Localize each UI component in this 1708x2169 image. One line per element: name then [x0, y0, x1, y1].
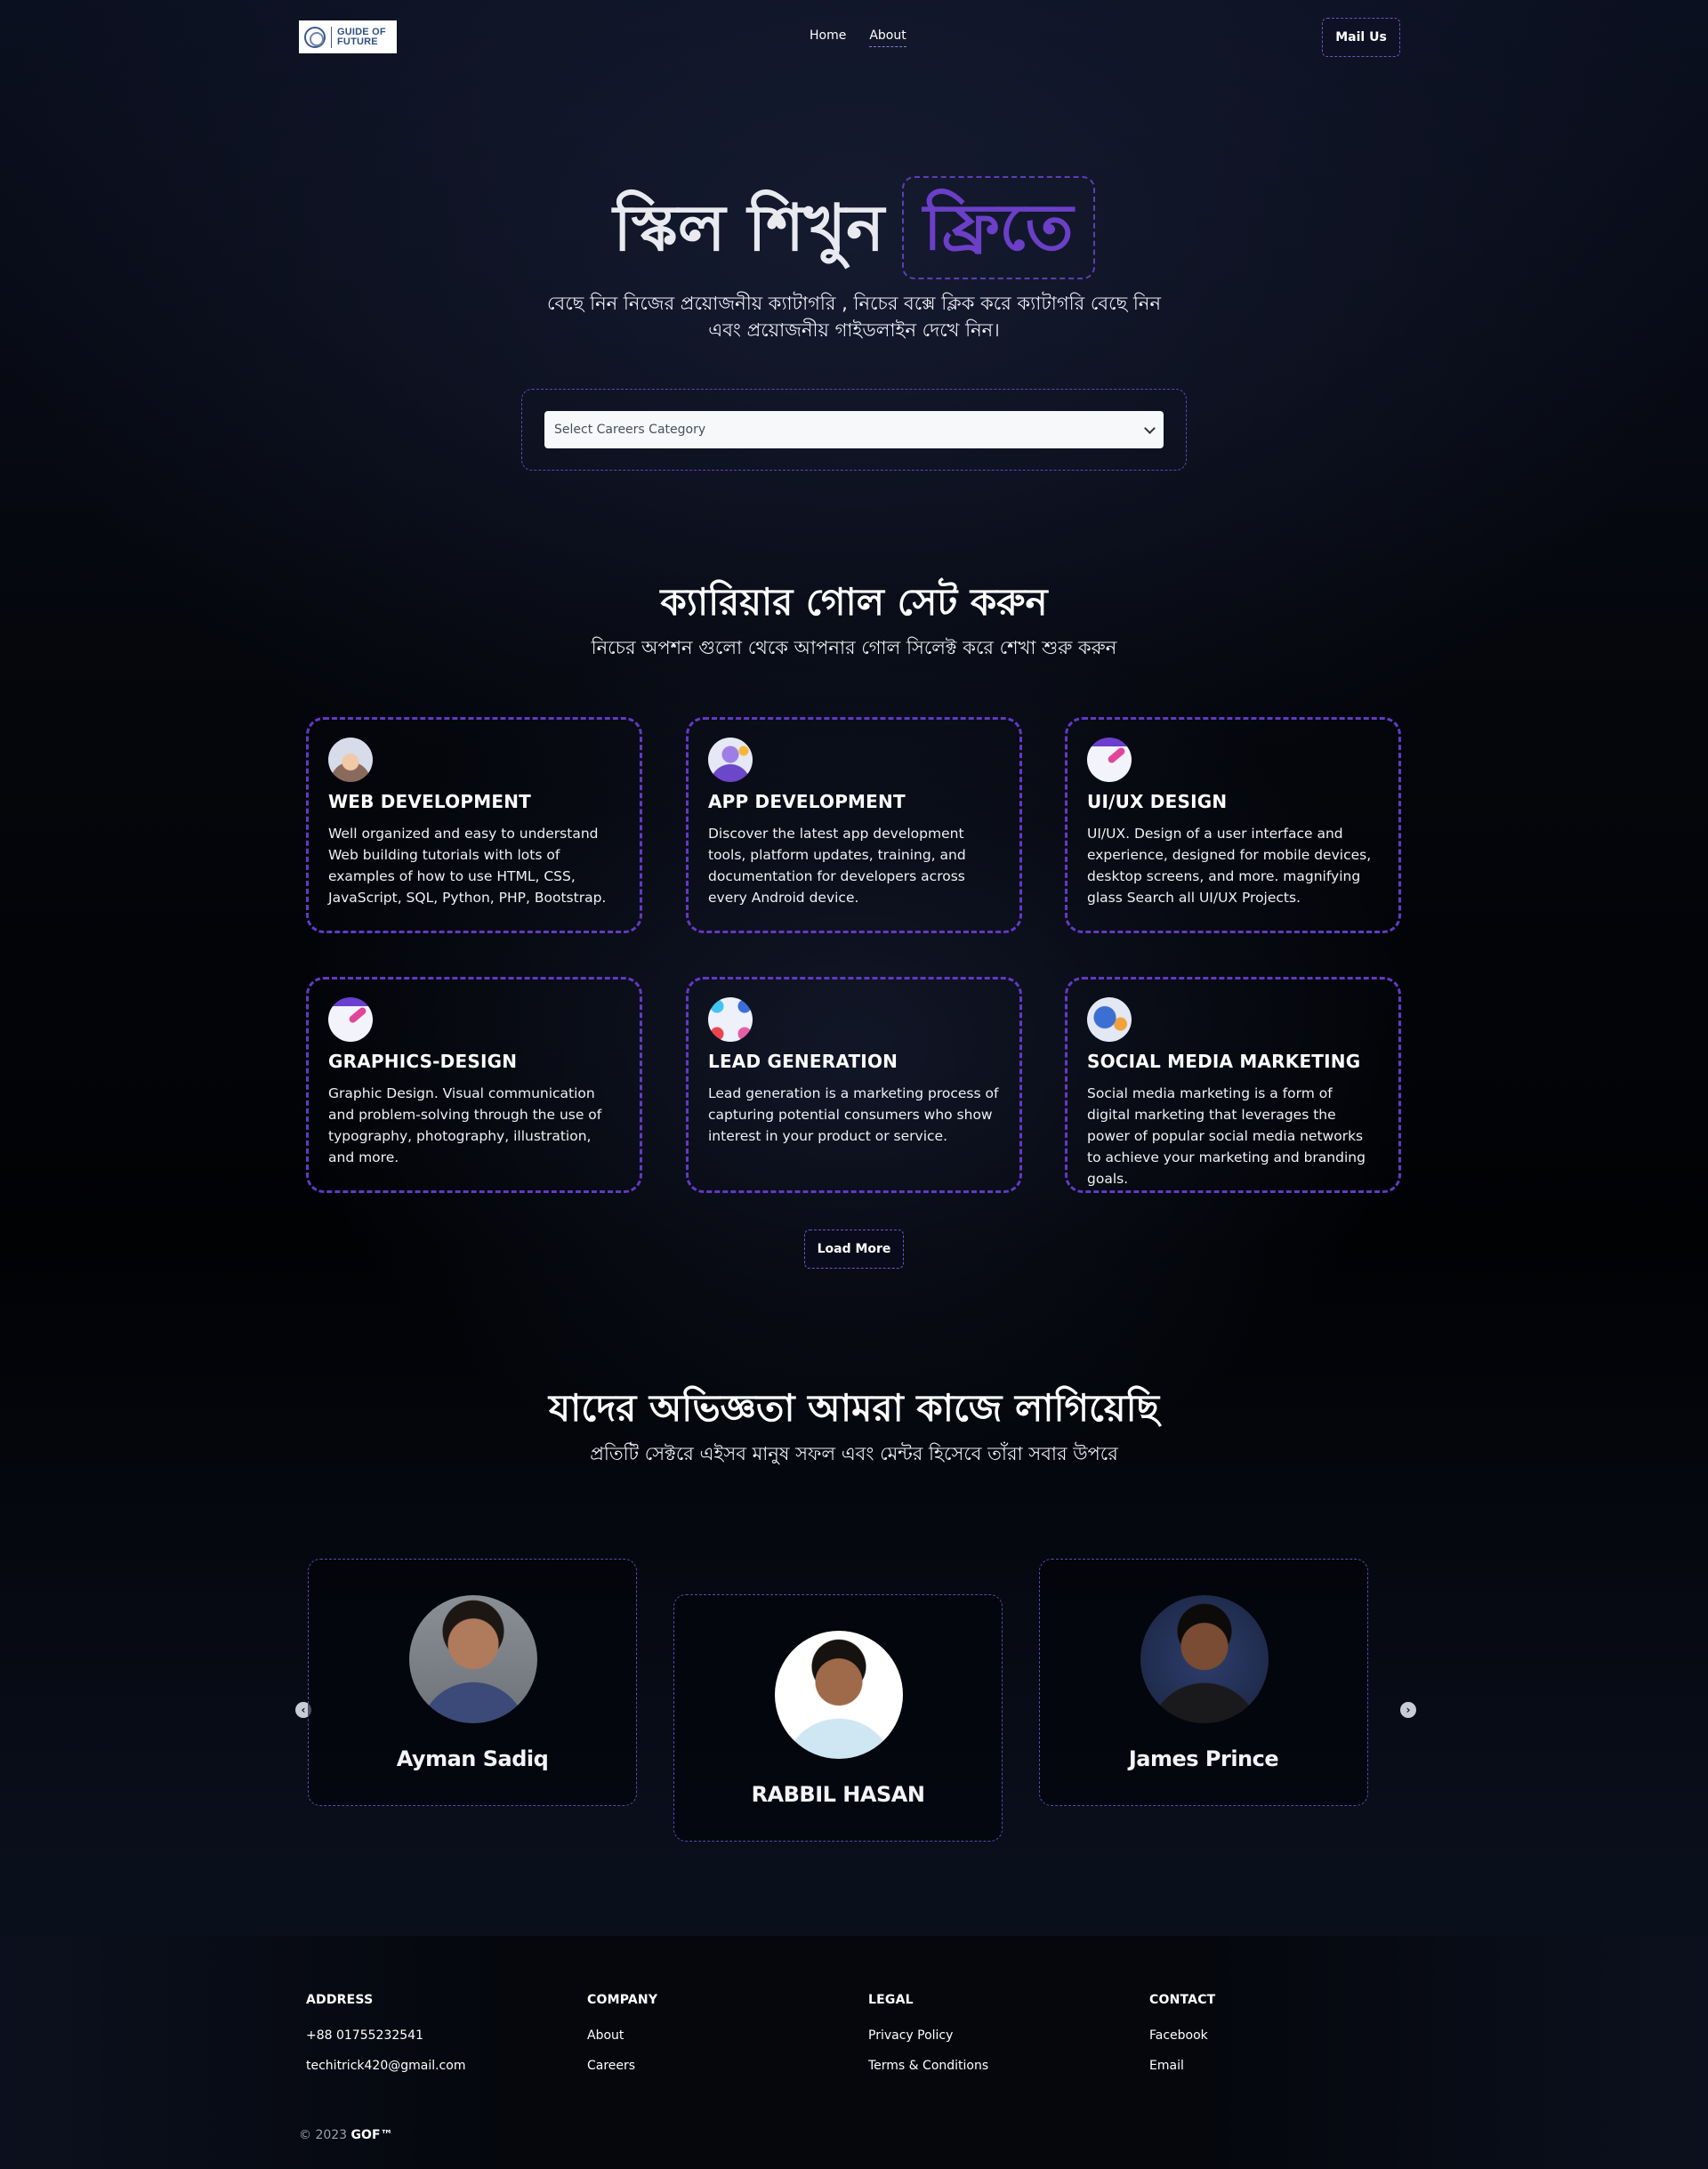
logo[interactable]: GUIDE OF FUTURE — [299, 20, 397, 53]
logo-text: GUIDE OF FUTURE — [337, 26, 386, 47]
mentor-card-2[interactable]: RABBIL HASAN — [673, 1594, 1003, 1842]
footer-facebook-link[interactable]: Facebook — [1149, 2028, 1215, 2043]
card-description: Social media marketing is a form of digi… — [1087, 1085, 1366, 1187]
category-select-container: Select Careers Category — [521, 389, 1187, 471]
card-title: LEAD GENERATION — [708, 1051, 898, 1072]
card-title: GRAPHICS-DESIGN — [328, 1051, 518, 1072]
career-card-social-media-marketing[interactable]: SOCIAL MEDIA MARKETING Social media mark… — [1065, 977, 1401, 1193]
card-title: UI/UX DESIGN — [1087, 791, 1228, 812]
carousel-next-arrow-icon[interactable]: › — [1400, 1702, 1416, 1718]
hero-title-highlight: ফ্রিতে — [902, 176, 1095, 279]
nav-about-link[interactable]: About — [869, 28, 906, 47]
footer-heading: CONTACT — [1149, 1993, 1216, 2007]
footer-email-address-link[interactable]: techitrick420@gmail.com — [306, 2059, 465, 2073]
avatar — [409, 1595, 537, 1723]
web-developer-icon — [328, 738, 373, 782]
card-title: WEB DEVELOPMENT — [328, 791, 531, 812]
footer-column-company: COMPANY About Careers — [587, 1993, 657, 2089]
logo-line-1: GUIDE OF — [337, 26, 386, 37]
careers-category-select[interactable]: Select Careers Category — [544, 411, 1164, 448]
footer-column-address: ADDRESS +88 01755232541 techitrick420@gm… — [306, 1993, 465, 2089]
chevron-down-icon — [1144, 422, 1156, 434]
footer-heading: COMPANY — [587, 1993, 658, 2007]
mentor-name: Ayman Sadiq — [396, 1746, 549, 1771]
card-description: Discover the latest app development tool… — [708, 826, 966, 906]
app-developer-icon — [708, 738, 753, 782]
load-more-button[interactable]: Load More — [804, 1230, 904, 1269]
card-title: APP DEVELOPMENT — [708, 791, 906, 812]
footer-privacy-policy-link[interactable]: Privacy Policy — [868, 2028, 988, 2043]
graphics-design-icon — [328, 997, 373, 1042]
card-description: UI/UX. Design of a user interface and ex… — [1087, 826, 1372, 906]
career-section-subtitle: নিচের অপশন গুলো থেকে আপনার গোল সিলেক্ট ক… — [591, 637, 1117, 658]
footer-email-link[interactable]: Email — [1149, 2059, 1215, 2073]
copyright-year: © 2023 — [299, 2128, 348, 2142]
hero-title-main: স্কিল শিখুন — [613, 190, 885, 265]
footer-careers-link[interactable]: Careers — [587, 2059, 657, 2073]
social-media-marketing-icon — [1087, 997, 1132, 1042]
footer-heading: ADDRESS — [306, 1993, 374, 2007]
career-card-app-development[interactable]: APP DEVELOPMENT Discover the latest app … — [686, 717, 1022, 933]
avatar — [1140, 1595, 1269, 1723]
career-card-graphics-design[interactable]: GRAPHICS-DESIGN Graphic Design. Visual c… — [306, 977, 642, 1193]
mentor-section-subtitle: প্রতিটি সেক্টরে এইসব মানুষ সফল এবং মেন্ট… — [590, 1443, 1118, 1464]
footer-terms-link[interactable]: Terms & Conditions — [868, 2059, 988, 2073]
site-footer: ADDRESS +88 01755232541 techitrick420@gm… — [0, 1936, 1708, 2169]
logo-gear-icon — [304, 26, 326, 48]
select-placeholder: Select Careers Category — [554, 423, 706, 437]
card-description: Well organized and easy to understand We… — [328, 826, 607, 906]
mentor-section-title: যাদের অভিজ্ঞতা আমরা কাজে লাগিয়েছি — [548, 1386, 1160, 1430]
footer-about-link[interactable]: About — [587, 2028, 657, 2043]
avatar — [775, 1631, 903, 1759]
hero-subtitle: বেছে নিন নিজের প্রয়োজনীয় ক্যাটাগরি , ন… — [547, 293, 1161, 341]
footer-column-contact: CONTACT Facebook Email — [1149, 1993, 1215, 2089]
footer-heading: LEGAL — [868, 1993, 914, 2007]
lead-generation-icon — [708, 997, 753, 1042]
card-description: Lead generation is a marketing process o… — [708, 1085, 999, 1144]
copyright: © 2023 GOF™ — [299, 2128, 393, 2142]
mentor-card-1[interactable]: Ayman Sadiq — [308, 1559, 637, 1806]
site-header: GUIDE OF FUTURE Home About Mail Us — [299, 18, 1400, 57]
mentor-name: James Prince — [1128, 1746, 1279, 1771]
copyright-brand: GOF™ — [350, 2128, 393, 2142]
mentor-card-3[interactable]: James Prince — [1039, 1559, 1368, 1806]
nav-home-link[interactable]: Home — [810, 28, 846, 47]
career-card-lead-generation[interactable]: LEAD GENERATION Lead generation is a mar… — [686, 977, 1022, 1193]
career-card-uiux-design[interactable]: UI/UX DESIGN UI/UX. Design of a user int… — [1065, 717, 1401, 933]
uiux-design-icon — [1087, 738, 1132, 782]
footer-column-legal: LEGAL Privacy Policy Terms & Conditions — [868, 1993, 988, 2089]
logo-divider — [331, 26, 332, 48]
career-section-title: ক্যারিয়ার গোল সেট করুন — [660, 580, 1048, 624]
hero-title: স্কিল শিখুন ফ্রিতে — [0, 176, 1708, 279]
card-title: SOCIAL MEDIA MARKETING — [1087, 1051, 1361, 1072]
logo-line-2: FUTURE — [337, 36, 378, 47]
main-nav: Home About — [810, 28, 906, 47]
card-description: Graphic Design. Visual communication and… — [328, 1085, 602, 1165]
mentor-name: RABBIL HASAN — [751, 1782, 925, 1807]
mail-us-button[interactable]: Mail Us — [1322, 18, 1400, 57]
career-card-web-development[interactable]: WEB DEVELOPMENT Well organized and easy … — [306, 717, 642, 933]
footer-phone-link[interactable]: +88 01755232541 — [306, 2028, 465, 2043]
